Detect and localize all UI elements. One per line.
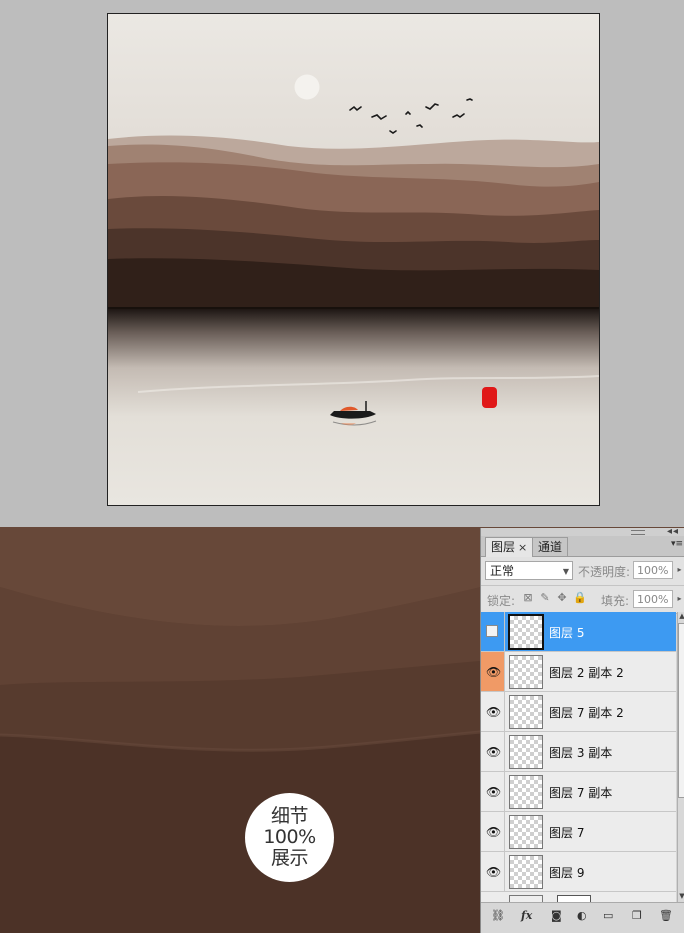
scroll-up-icon[interactable]: ▲ <box>678 612 684 622</box>
badge-line-2: 100% <box>263 826 316 848</box>
visibility-toggle[interactable]: 👁 <box>481 652 505 691</box>
seal-stamp <box>482 387 497 408</box>
lock-label: 锁定: <box>487 594 516 608</box>
eye-icon[interactable]: 👁 <box>486 745 501 759</box>
layer-thumbnail[interactable] <box>509 815 543 849</box>
canvas-area <box>0 0 684 527</box>
visibility-toggle[interactable] <box>481 612 505 651</box>
layer-thumbnail[interactable] <box>509 655 543 689</box>
panel-menu-icon[interactable]: ▾≡ <box>671 539 683 549</box>
eye-icon[interactable]: 👁 <box>486 665 501 679</box>
new-group-icon[interactable]: ▭ <box>603 909 613 922</box>
lock-transparent-icon[interactable]: ⊠ <box>522 592 534 604</box>
layer-row-partial[interactable] <box>481 892 676 902</box>
visibility-toggle[interactable]: 👁 <box>481 772 505 811</box>
layer-name[interactable]: 图层 3 副本 <box>549 744 612 761</box>
opacity-input[interactable]: 100% <box>633 561 673 579</box>
trash-icon[interactable]: 🗑 <box>659 909 673 922</box>
blend-mode-select[interactable]: 正常 ▼ <box>485 561 573 580</box>
hidden-box-icon[interactable] <box>486 625 498 637</box>
badge-line-3: 展示 <box>270 847 309 869</box>
layer-mask-thumbnail[interactable] <box>557 895 591 902</box>
link-layers-icon[interactable]: ⛓ <box>491 909 505 922</box>
add-mask-icon[interactable]: ◙ <box>551 909 562 922</box>
lock-move-icon[interactable]: ✥ <box>556 592 568 604</box>
lock-row: 锁定: ⊠ ✎ ✥ 🔒 填充: 100% ▸ <box>481 586 684 614</box>
ink-landscape-image <box>108 14 599 505</box>
layer-thumbnail[interactable] <box>509 855 543 889</box>
layer-row[interactable]: 👁 图层 7 副本 2 <box>481 692 676 732</box>
layer-name[interactable]: 图层 5 <box>549 624 584 641</box>
layers-list: 图层 5 👁 图层 2 副本 2 👁 图层 7 副本 2 👁 图层 3 副本 👁… <box>481 612 676 892</box>
layer-thumbnail[interactable] <box>509 695 543 729</box>
layer-row[interactable]: 👁 图层 2 副本 2 <box>481 652 676 692</box>
close-icon[interactable]: × <box>518 541 527 554</box>
layers-scrollbar[interactable]: ▲ ▼ <box>677 612 684 902</box>
fill-input[interactable]: 100% <box>633 590 673 608</box>
visibility-toggle[interactable]: 👁 <box>481 732 505 771</box>
opacity-label: 不透明度: <box>578 565 631 579</box>
tab-channels[interactable]: 通道 <box>532 537 569 556</box>
eye-icon[interactable]: 👁 <box>486 825 501 839</box>
lock-brush-icon[interactable]: ✎ <box>539 592 551 604</box>
layer-name[interactable]: 图层 2 副本 2 <box>549 664 624 681</box>
layer-thumbnail[interactable] <box>509 775 543 809</box>
eye-icon[interactable]: 👁 <box>486 865 501 879</box>
grip-icon[interactable] <box>631 530 645 535</box>
layer-thumbnail[interactable] <box>508 614 544 650</box>
blend-mode-value: 正常 <box>490 564 515 578</box>
layer-name[interactable]: 图层 9 <box>549 864 584 881</box>
layer-name[interactable]: 图层 7 副本 2 <box>549 704 624 721</box>
zoom-detail-badge: 细节 100% 展示 <box>245 793 334 882</box>
tab-channels-label: 通道 <box>538 540 563 554</box>
layer-row[interactable]: 👁 图层 7 副本 <box>481 772 676 812</box>
layer-row[interactable]: 👁 图层 9 <box>481 852 676 892</box>
panel-tabs: 图层 × 通道 ▾≡ <box>481 536 684 558</box>
fill-arrow-icon[interactable]: ▸ <box>675 590 684 608</box>
new-layer-icon[interactable]: ❐ <box>632 909 642 922</box>
artwork-canvas[interactable] <box>107 13 600 506</box>
lock-all-icon[interactable]: 🔒 <box>573 592 587 604</box>
layer-thumbnail[interactable] <box>509 895 543 902</box>
opacity-arrow-icon[interactable]: ▸ <box>675 561 684 579</box>
adjustment-layer-icon[interactable]: ◐ <box>577 909 587 922</box>
blend-row: 正常 ▼ 不透明度: 100% ▸ <box>481 557 684 586</box>
layer-thumbnail[interactable] <box>509 735 543 769</box>
visibility-toggle[interactable]: 👁 <box>481 692 505 731</box>
visibility-toggle[interactable]: 👁 <box>481 812 505 851</box>
scroll-down-icon[interactable]: ▼ <box>678 892 684 902</box>
eye-icon[interactable]: 👁 <box>486 785 501 799</box>
scroll-thumb[interactable] <box>678 623 684 798</box>
layers-panel: ◂◂ 图层 × 通道 ▾≡ 正常 ▼ 不透明度: 100% ▸ 锁定: ⊠ ✎ ✥… <box>480 528 684 933</box>
tab-layers-label: 图层 <box>491 540 516 554</box>
badge-line-1: 细节 <box>270 805 309 827</box>
layer-name[interactable]: 图层 7 副本 <box>549 784 612 801</box>
layer-row[interactable]: 图层 5 <box>481 612 676 652</box>
visibility-toggle[interactable]: 👁 <box>481 852 505 891</box>
panel-title-bar[interactable]: ◂◂ <box>481 528 684 537</box>
fx-icon[interactable]: fx <box>521 909 532 922</box>
layer-name[interactable]: 图层 7 <box>549 824 584 841</box>
layers-bottom-toolbar: ⛓ fx ◙ ◐ ▭ ❐ 🗑 <box>481 902 684 933</box>
eye-icon[interactable]: 👁 <box>486 705 501 719</box>
layer-row[interactable]: 👁 图层 3 副本 <box>481 732 676 772</box>
layer-row[interactable]: 👁 图层 7 <box>481 812 676 852</box>
chevron-down-icon: ▼ <box>562 567 569 576</box>
fill-label: 填充: <box>601 594 630 608</box>
tab-layers[interactable]: 图层 × <box>485 537 534 558</box>
